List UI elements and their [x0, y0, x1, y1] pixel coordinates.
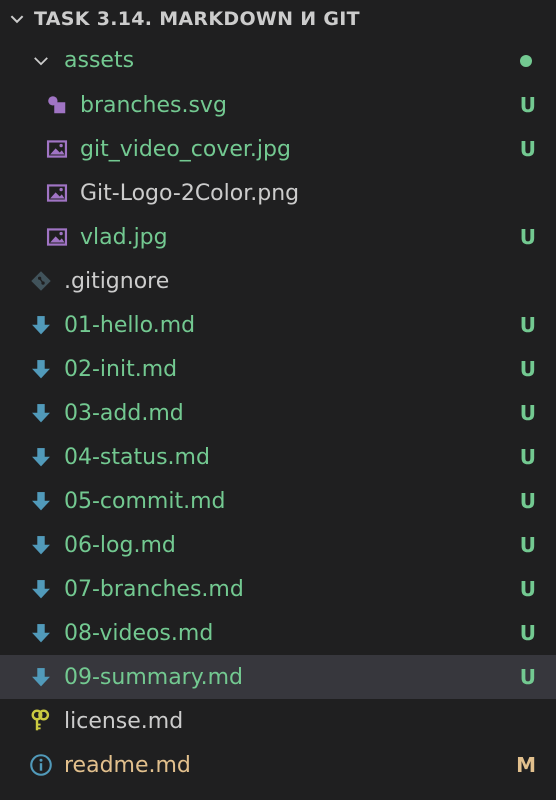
- tree-file-06-log[interactable]: 06-log.md U: [0, 523, 556, 567]
- markdown-icon: [28, 664, 54, 690]
- git-status-badge: U: [519, 357, 536, 381]
- tree-item-label: git_video_cover.jpg: [80, 136, 291, 162]
- git-status-badge: U: [519, 445, 536, 469]
- tree-item-label: branches.svg: [80, 92, 227, 118]
- image-icon: [44, 136, 70, 162]
- markdown-icon: [28, 356, 54, 382]
- modified-dot-icon: [520, 54, 532, 67]
- tree-file-git-logo[interactable]: Git-Logo-2Color.png: [0, 171, 556, 215]
- tree-item-label: 01-hello.md: [64, 312, 196, 338]
- tree-file-vlad-jpg[interactable]: vlad.jpg U: [0, 215, 556, 259]
- tree-file-02-init[interactable]: 02-init.md U: [0, 347, 556, 391]
- chevron-down-icon: [28, 51, 54, 71]
- chevron-down-icon: [8, 10, 34, 28]
- tree-item-label: .gitignore: [64, 268, 170, 294]
- git-status-badge: U: [519, 313, 536, 337]
- tree-item-label: readme.md: [64, 752, 191, 778]
- tree-file-09-summary[interactable]: 09-summary.md U: [0, 655, 556, 699]
- tree-file-03-add[interactable]: 03-add.md U: [0, 391, 556, 435]
- tree-file-readme[interactable]: readme.md M: [0, 743, 556, 787]
- markdown-icon: [28, 400, 54, 426]
- tree-file-04-status[interactable]: 04-status.md U: [0, 435, 556, 479]
- tree-file-05-commit[interactable]: 05-commit.md U: [0, 479, 556, 523]
- tree-item-label: license.md: [64, 708, 184, 734]
- tree-item-label: 02-init.md: [64, 356, 178, 382]
- git-icon: [28, 268, 54, 294]
- tree-file-license[interactable]: license.md: [0, 699, 556, 743]
- tree-file-gitignore[interactable]: .gitignore: [0, 259, 556, 303]
- tree-file-branches-svg[interactable]: branches.svg U: [0, 83, 556, 127]
- tree-file-git-video-cover[interactable]: git_video_cover.jpg U: [0, 127, 556, 171]
- git-status-badge: U: [519, 401, 536, 425]
- image-icon: [44, 180, 70, 206]
- tree-item-label: 06-log.md: [64, 532, 176, 558]
- markdown-icon: [28, 532, 54, 558]
- git-status-badge: U: [519, 577, 536, 601]
- tree-file-08-videos[interactable]: 08-videos.md U: [0, 611, 556, 655]
- tree-file-07-branches[interactable]: 07-branches.md U: [0, 567, 556, 611]
- tree-item-label: 07-branches.md: [64, 576, 244, 602]
- tree-item-label: Git-Logo-2Color.png: [80, 180, 300, 206]
- tree-item-label: vlad.jpg: [80, 224, 168, 250]
- tree-item-label: 08-videos.md: [64, 620, 214, 646]
- git-status-badge: U: [519, 225, 536, 249]
- git-status-badge: U: [519, 93, 536, 117]
- tree-item-label: 03-add.md: [64, 400, 184, 426]
- tree-file-01-hello[interactable]: 01-hello.md U: [0, 303, 556, 347]
- info-icon: [28, 752, 54, 778]
- tree-folder-assets[interactable]: assets: [0, 38, 556, 83]
- file-tree: assets branches.svg U git_video_cover.jp…: [0, 38, 556, 787]
- git-status-badge: U: [519, 533, 536, 557]
- git-status-badge: U: [519, 621, 536, 645]
- markdown-icon: [28, 312, 54, 338]
- tree-item-label: 05-commit.md: [64, 488, 226, 514]
- svg-icon: [44, 92, 70, 118]
- tree-item-label: 09-summary.md: [64, 664, 243, 690]
- explorer-section-header[interactable]: TASK 3.14. MARKDOWN И GIT: [0, 0, 556, 38]
- git-status-badge: U: [519, 489, 536, 513]
- image-icon: [44, 224, 70, 250]
- markdown-icon: [28, 620, 54, 646]
- tree-item-label: assets: [64, 48, 135, 73]
- git-status-badge: U: [519, 665, 536, 689]
- explorer-title: TASK 3.14. MARKDOWN И GIT: [34, 8, 360, 30]
- tree-item-label: 04-status.md: [64, 444, 210, 470]
- markdown-icon: [28, 576, 54, 602]
- markdown-icon: [28, 488, 54, 514]
- key-icon: [28, 708, 54, 734]
- git-status-badge: U: [519, 137, 536, 161]
- git-status-badge: M: [516, 753, 536, 777]
- markdown-icon: [28, 444, 54, 470]
